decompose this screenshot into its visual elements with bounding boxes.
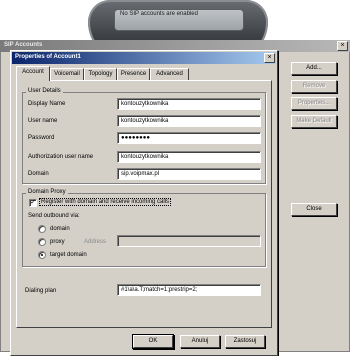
- auth-user-name-field[interactable]: kontouzytkownika: [117, 151, 261, 163]
- tab-voicemail[interactable]: Voicemail: [50, 68, 84, 80]
- tab-topology[interactable]: Topology: [84, 68, 117, 80]
- close-accounts-button[interactable]: Close: [291, 203, 337, 216]
- proxy-address-label: Address: [84, 239, 107, 245]
- outbound-domain-label[interactable]: domain: [50, 226, 70, 232]
- sip-accounts-close-icon[interactable]: ×: [337, 41, 348, 51]
- domain-field[interactable]: sip.voipmax.pl: [117, 168, 261, 180]
- remove-account-button[interactable]: Remove: [291, 80, 337, 93]
- outbound-target-domain-label[interactable]: target domain: [50, 252, 87, 258]
- ok-button[interactable]: OK: [133, 335, 173, 348]
- send-outbound-label: Send outbound via:: [28, 213, 80, 219]
- tab-advanced[interactable]: Advanced: [150, 68, 189, 80]
- dialing-plan-field[interactable]: #1\a\a.T;match=1;prestrip=2;: [117, 284, 261, 296]
- user-name-field[interactable]: kontouzytkownika: [117, 115, 261, 127]
- tab-account[interactable]: Account: [16, 66, 50, 81]
- dialog-close-icon[interactable]: ×: [264, 53, 275, 63]
- display-name-label: Display Name: [28, 101, 66, 107]
- domain-proxy-heading: Domain Proxy: [26, 189, 68, 195]
- dialing-plan-label: Dialing plan: [25, 288, 57, 294]
- auth-user-name-label: Authorization user name: [28, 154, 94, 160]
- proxy-address-field[interactable]: [117, 235, 261, 247]
- dialog-title: Properties of Account1: [15, 54, 81, 60]
- domain-label: Domain: [28, 171, 49, 177]
- cancel-button[interactable]: Anuluj: [180, 335, 220, 348]
- add-account-button[interactable]: Add...: [291, 62, 337, 75]
- outbound-proxy-label[interactable]: proxy: [50, 239, 65, 245]
- make-default-button[interactable]: Make Default: [291, 115, 337, 128]
- register-checkbox-label[interactable]: Register with domain and receive incomin…: [38, 198, 172, 206]
- password-label: Password: [28, 135, 55, 141]
- apply-button[interactable]: Zastosuj: [225, 335, 265, 348]
- account-properties-button[interactable]: Properties...: [291, 97, 337, 110]
- user-name-label: User name: [28, 118, 58, 124]
- sip-accounts-title: SIP Accounts: [4, 42, 43, 48]
- tab-presence[interactable]: Presence: [117, 68, 150, 80]
- display-name-field[interactable]: kontouzytkownika: [117, 98, 261, 110]
- outbound-target-domain-radio[interactable]: [38, 251, 46, 259]
- password-field[interactable]: ●●●●●●●●: [117, 132, 261, 144]
- phone-status-text: No SIP accounts are enabled: [120, 11, 198, 17]
- outbound-proxy-radio[interactable]: [38, 238, 46, 246]
- user-details-heading: User Details: [26, 88, 63, 94]
- outbound-domain-radio[interactable]: [38, 225, 46, 233]
- register-checkbox[interactable]: ✓: [29, 199, 37, 207]
